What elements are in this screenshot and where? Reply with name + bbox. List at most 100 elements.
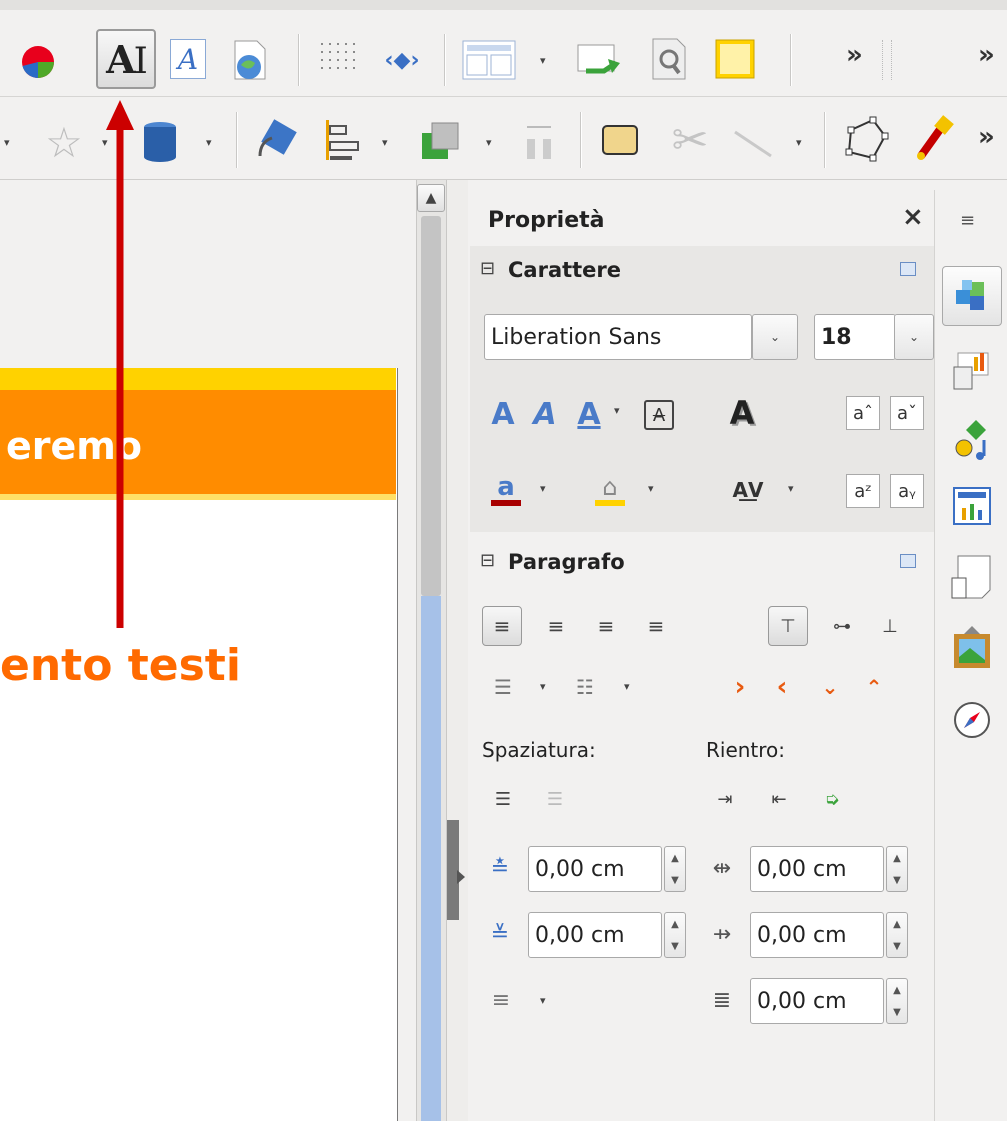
paragrafo-collapse-toggle[interactable]: ⊟ bbox=[480, 550, 495, 571]
align-dropdown-icon[interactable]: ▾ bbox=[382, 136, 388, 149]
shadow-text-icon[interactable]: A bbox=[722, 392, 762, 434]
slide-layout-tab-icon[interactable] bbox=[942, 478, 1002, 534]
font-color-icon[interactable]: a bbox=[484, 468, 528, 512]
font-size-combobox[interactable]: 18 bbox=[814, 314, 896, 360]
below-spacing-field[interactable]: 0,00 cm bbox=[528, 912, 662, 958]
first-line-indent-spinner[interactable]: ▲ ▼ bbox=[886, 978, 908, 1024]
shrink-font-icon[interactable]: aᵧ bbox=[890, 474, 924, 508]
move-up-icon[interactable]: ⌃ bbox=[856, 668, 892, 706]
animation-tab-icon[interactable] bbox=[942, 410, 1002, 466]
move-down-icon[interactable]: ⌄ bbox=[812, 668, 848, 706]
arrange-dropdown-icon[interactable]: ▾ bbox=[486, 136, 492, 149]
character-spacing-dropdown-icon[interactable]: ▾ bbox=[788, 482, 794, 495]
toolbar-overflow-button-2[interactable]: » bbox=[978, 40, 995, 70]
line-dropdown-icon[interactable]: ▾ bbox=[796, 136, 802, 149]
below-spacing-spinner[interactable]: ▲ ▼ bbox=[664, 912, 686, 958]
bullet-list-icon[interactable]: ☰ bbox=[484, 668, 522, 706]
rotate-icon[interactable] bbox=[250, 112, 302, 168]
line-spacing-icon[interactable]: ≡ bbox=[484, 980, 518, 1020]
grow-font-icon[interactable]: aᶻ bbox=[846, 474, 880, 508]
shadow-icon[interactable] bbox=[594, 114, 648, 166]
align-right-icon[interactable]: ≡ bbox=[586, 606, 626, 646]
align-top-icon[interactable]: ⊤ bbox=[768, 606, 808, 646]
italic-shadow-icon[interactable]: A bbox=[526, 394, 564, 434]
increase-paragraph-indent-icon[interactable]: ⇥ bbox=[708, 782, 742, 816]
slide-layout-dropdown-icon[interactable]: ▾ bbox=[540, 54, 546, 67]
crop-icon[interactable]: ✂ bbox=[664, 112, 716, 168]
decrease-indent-icon[interactable]: ‹ bbox=[764, 668, 800, 706]
master-slides-tab-icon[interactable] bbox=[942, 548, 1002, 608]
arrange-icon[interactable] bbox=[412, 114, 468, 168]
carattere-more-options-icon[interactable] bbox=[900, 262, 916, 276]
bold-outline-icon[interactable]: A bbox=[484, 394, 522, 434]
sidebar-splitter[interactable] bbox=[446, 180, 468, 1121]
slide-layout-icon[interactable] bbox=[458, 36, 520, 84]
prev-dropdown-icon[interactable]: ▾ bbox=[4, 136, 10, 149]
toolbar2-overflow-button[interactable]: » bbox=[978, 122, 995, 152]
numbered-list-dropdown-icon[interactable]: ▾ bbox=[624, 680, 630, 693]
navigator-tab-icon[interactable] bbox=[942, 692, 1002, 748]
paragrafo-more-options-icon[interactable] bbox=[900, 554, 916, 568]
strikethrough-icon[interactable]: A bbox=[640, 396, 678, 434]
highlight-color-icon[interactable]: ⌂ bbox=[588, 468, 632, 512]
above-spacing-spinner[interactable]: ▲ ▼ bbox=[664, 846, 686, 892]
gallery-tab-icon[interactable] bbox=[942, 620, 1002, 676]
sidebar-menu-button[interactable]: ≡ bbox=[960, 210, 975, 231]
align-icon[interactable] bbox=[316, 112, 368, 168]
distribute-icon[interactable] bbox=[514, 114, 564, 168]
3d-objects-icon[interactable] bbox=[132, 114, 188, 168]
sticky-note-icon[interactable] bbox=[708, 34, 764, 86]
align-left-icon[interactable]: ≡ bbox=[482, 606, 522, 646]
toolbar-overflow-button-1[interactable]: » bbox=[846, 40, 863, 70]
slide[interactable]: eremo bbox=[0, 368, 398, 1121]
bullet-list-dropdown-icon[interactable]: ▾ bbox=[540, 680, 546, 693]
first-line-indent-field[interactable]: 0,00 cm bbox=[750, 978, 884, 1024]
fontwork-icon[interactable]: A bbox=[166, 36, 210, 82]
before-indent-spinner[interactable]: ▲ ▼ bbox=[886, 846, 908, 892]
superscript-icon[interactable]: aˆ bbox=[846, 396, 880, 430]
decrease-spacing-icon[interactable]: ☰ bbox=[538, 782, 572, 816]
align-middle-icon[interactable]: ⊶ bbox=[822, 606, 862, 646]
justify-icon[interactable]: ≡ bbox=[636, 606, 676, 646]
slide-header-bottom-line bbox=[0, 494, 396, 500]
highlight-color-dropdown-icon[interactable]: ▾ bbox=[648, 482, 654, 495]
after-indent-spinner[interactable]: ▲ ▼ bbox=[886, 912, 908, 958]
insert-image-icon[interactable] bbox=[224, 36, 274, 86]
vertical-scrollbar[interactable]: ▲ bbox=[416, 180, 446, 1121]
decrease-paragraph-indent-icon[interactable]: ⇤ bbox=[762, 782, 796, 816]
line-spacing-dropdown-icon[interactable]: ▾ bbox=[540, 994, 546, 1007]
above-spacing-field[interactable]: 0,00 cm bbox=[528, 846, 662, 892]
font-name-dropdown-button[interactable]: ⌄ bbox=[752, 314, 798, 360]
subscript-icon[interactable]: aˇ bbox=[890, 396, 924, 430]
underline-icon[interactable]: A bbox=[570, 394, 608, 434]
3d-objects-dropdown-icon[interactable]: ▾ bbox=[206, 136, 212, 149]
points-icon[interactable] bbox=[838, 112, 896, 168]
after-indent-field[interactable]: 0,00 cm bbox=[750, 912, 884, 958]
text-box-button[interactable]: AI bbox=[96, 29, 156, 89]
glue-points-icon[interactable] bbox=[908, 110, 962, 168]
hanging-indent-icon[interactable]: ➭ bbox=[810, 782, 854, 816]
underline-dropdown-icon[interactable]: ▾ bbox=[614, 404, 620, 417]
numbered-list-icon[interactable]: ☷ bbox=[566, 668, 604, 706]
helplines-icon[interactable]: ‹◆› bbox=[378, 38, 426, 82]
grid-icon[interactable] bbox=[312, 34, 362, 84]
slide-show-icon[interactable] bbox=[572, 38, 628, 84]
font-color-dropdown-icon[interactable]: ▾ bbox=[540, 482, 546, 495]
increase-indent-icon[interactable]: › bbox=[722, 668, 758, 706]
panel-close-button[interactable]: × bbox=[902, 202, 924, 232]
chart-icon[interactable] bbox=[14, 38, 62, 86]
slide-transition-tab-icon[interactable] bbox=[942, 344, 1002, 398]
before-indent-field[interactable]: 0,00 cm bbox=[750, 846, 884, 892]
align-bottom-icon[interactable]: ⊥ bbox=[870, 606, 910, 646]
stars-icon[interactable]: ☆ bbox=[38, 116, 90, 168]
align-center-icon[interactable]: ≡ bbox=[536, 606, 576, 646]
scroll-up-button[interactable]: ▲ bbox=[417, 184, 445, 212]
line-icon[interactable] bbox=[724, 118, 782, 166]
font-size-dropdown-button[interactable]: ⌄ bbox=[894, 314, 934, 360]
character-spacing-icon[interactable]: A͟V bbox=[726, 468, 770, 512]
properties-tab-icon[interactable] bbox=[942, 266, 1002, 326]
notes-view-icon[interactable] bbox=[644, 34, 694, 84]
font-name-combobox[interactable]: Liberation Sans bbox=[484, 314, 752, 360]
carattere-collapse-toggle[interactable]: ⊟ bbox=[480, 258, 495, 279]
increase-spacing-icon[interactable]: ☰ bbox=[486, 782, 520, 816]
